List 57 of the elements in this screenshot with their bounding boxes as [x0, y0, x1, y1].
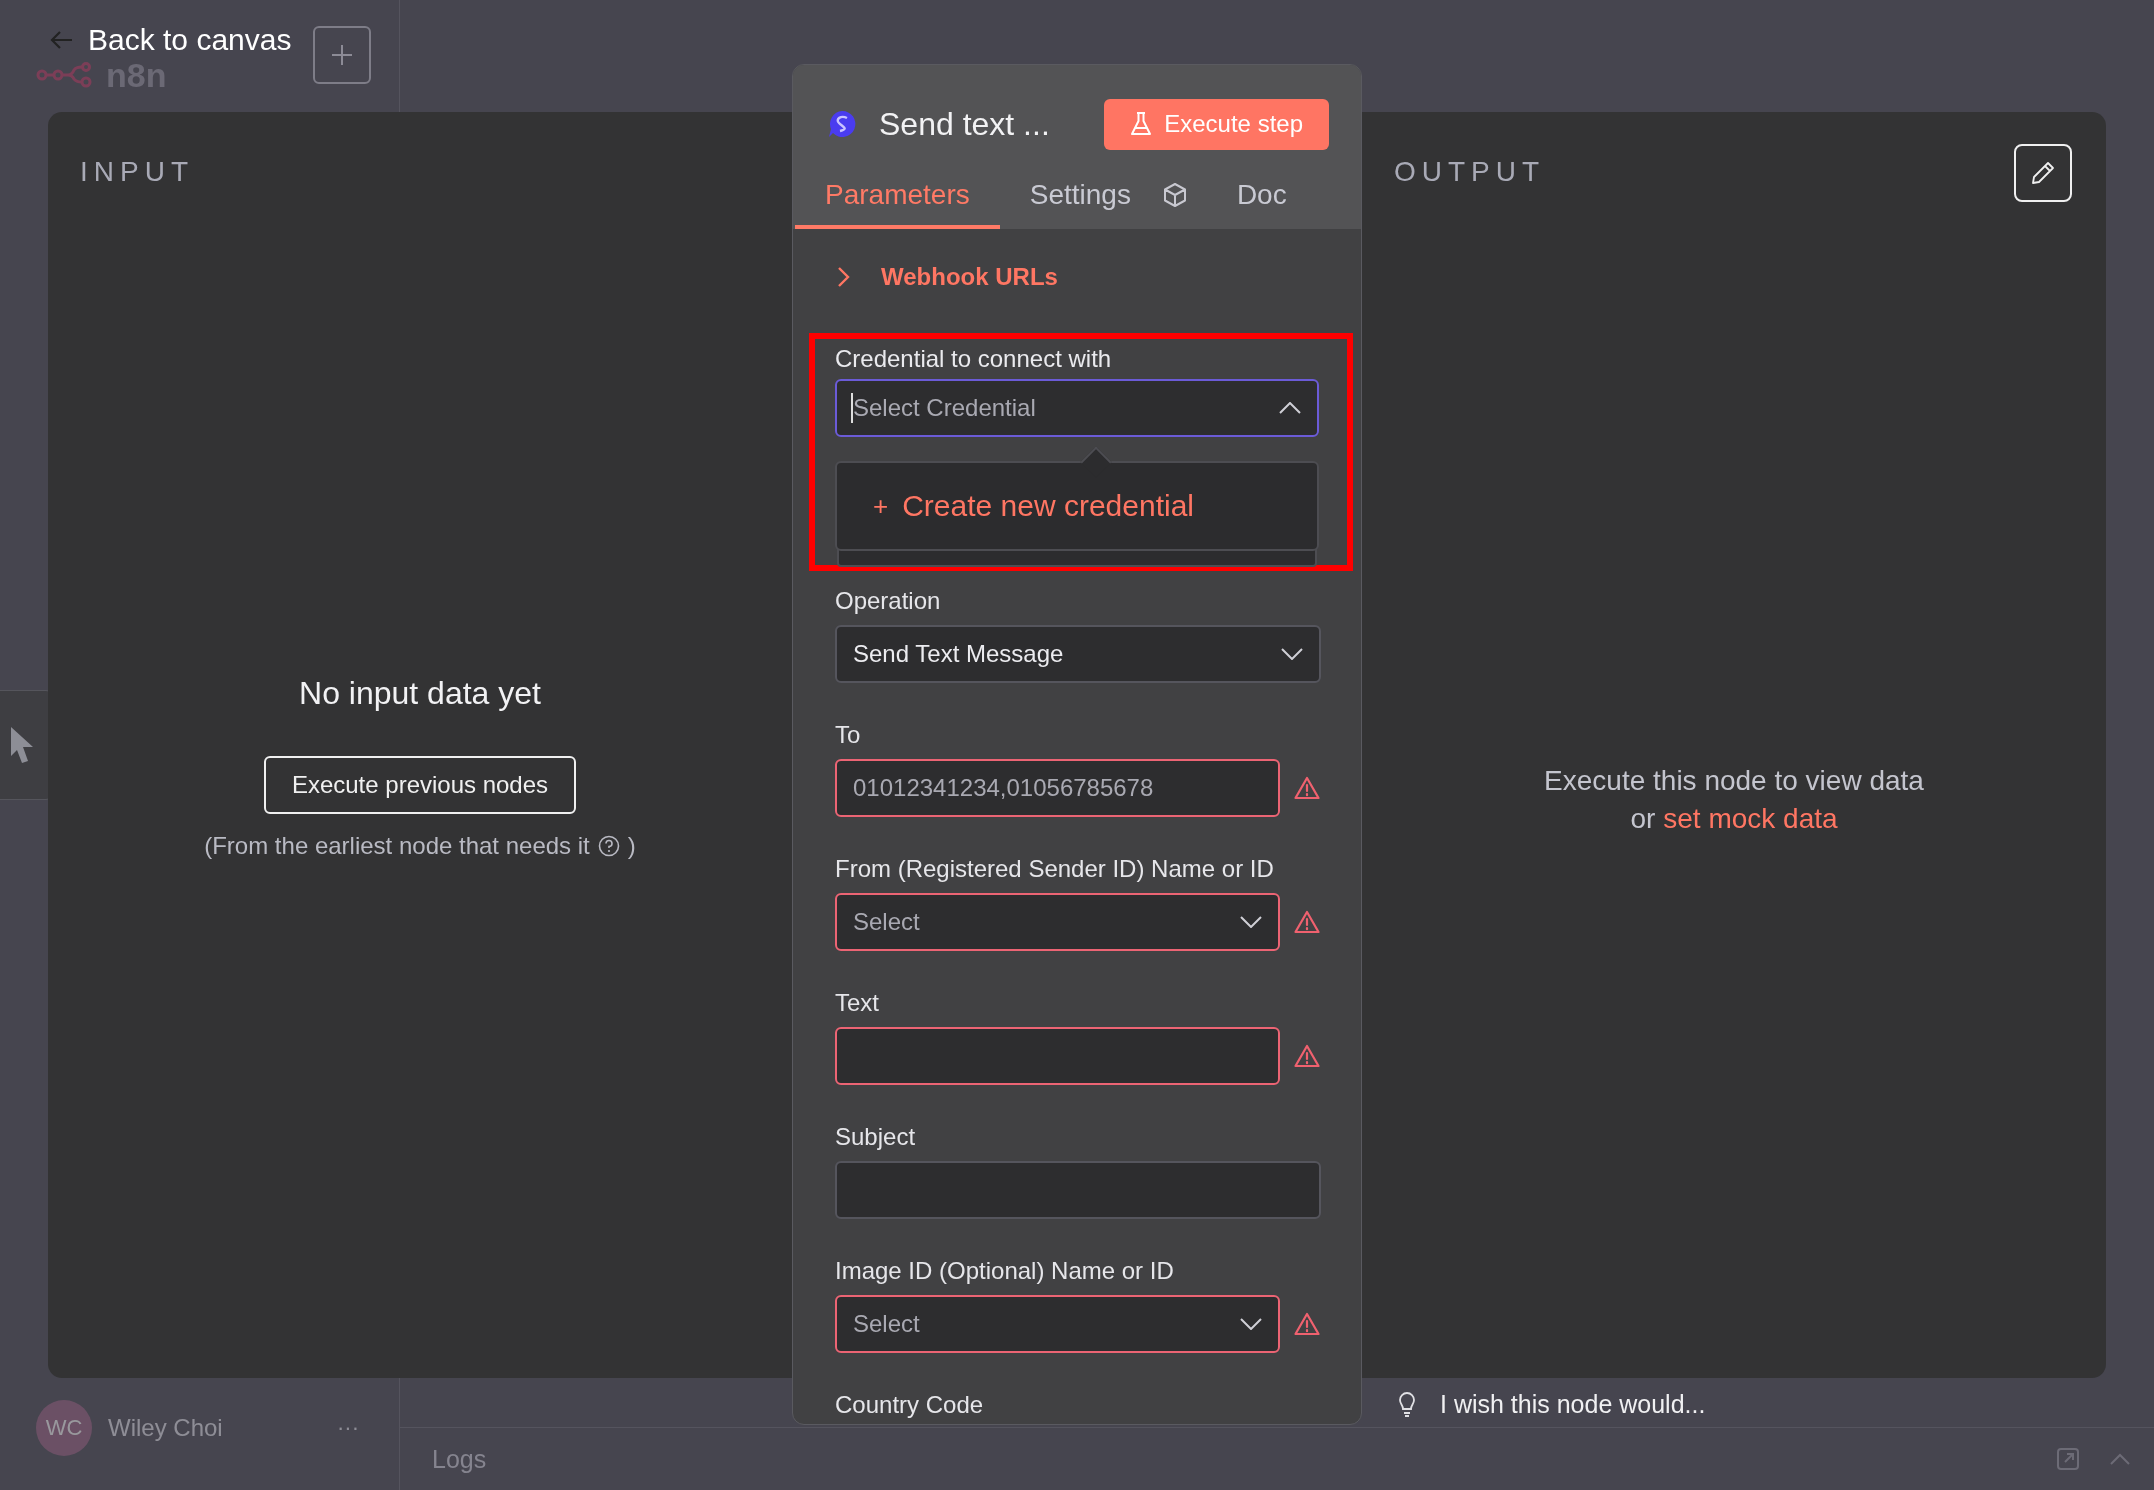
tab[interactable]: Doc — [1206, 173, 1319, 229]
create-credential-option[interactable]: Create new credential — [902, 489, 1194, 523]
pointer-icon — [9, 725, 35, 765]
field-label: From (Registered Sender ID) Name or ID — [835, 854, 1274, 884]
tab[interactable]: Settings — [999, 173, 1163, 229]
warning-icon — [1294, 1312, 1320, 1336]
panel-title: INPUT — [80, 156, 194, 188]
more-button[interactable]: ··· — [337, 1415, 359, 1441]
chevron-right-icon[interactable] — [837, 266, 851, 288]
chat-bubble-icon — [827, 109, 857, 139]
warning-icon — [1294, 1044, 1320, 1068]
field-label: Operation — [835, 586, 941, 616]
warning-icon — [1294, 910, 1320, 934]
field-label: To — [835, 720, 861, 750]
field-label: Image ID (Optional) Name or ID — [835, 1256, 1174, 1286]
chevron-down-icon — [1240, 916, 1262, 928]
empty-message: or — [1630, 802, 1656, 836]
empty-message: Execute this node to view data — [1544, 764, 1924, 798]
select-field[interactable]: Select — [835, 1295, 1280, 1353]
hint-text: ) — [627, 832, 636, 860]
flask-icon — [1130, 111, 1153, 137]
cube-icon — [1162, 182, 1187, 208]
input-field[interactable]: 01012341234,01056785678 — [835, 759, 1280, 817]
text-cursor — [851, 393, 853, 423]
arrow-left-icon — [50, 30, 74, 50]
select-field[interactable]: Select Credential — [835, 379, 1319, 437]
add-button[interactable] — [313, 26, 371, 84]
pencil-icon — [2030, 160, 2056, 186]
warning-icon — [1294, 776, 1320, 800]
tab[interactable]: Parameters — [795, 173, 1000, 229]
execute-previous-button[interactable]: Execute previous nodes — [263, 756, 577, 814]
panel-title: OUTPUT — [1394, 156, 1546, 188]
mock-data-link[interactable]: set mock data — [1663, 800, 1838, 838]
input-field[interactable] — [835, 1027, 1280, 1085]
empty-message: No input data yet — [299, 675, 541, 712]
input-field[interactable] — [835, 1161, 1321, 1219]
field-label: Credential to connect with — [835, 344, 1112, 374]
plus-icon — [331, 44, 353, 66]
feedback-link[interactable]: I wish this node would... — [1440, 1390, 1706, 1419]
help-icon[interactable] — [597, 835, 620, 857]
select-field[interactable]: Select — [835, 893, 1280, 951]
webhook-urls-toggle[interactable]: Webhook URLs — [881, 263, 1058, 291]
plus-icon: + — [873, 490, 889, 522]
node-title: Send text ... — [879, 105, 1050, 143]
edit-button[interactable] — [2014, 144, 2072, 202]
hint-text: (From the earliest node that needs it — [204, 832, 590, 860]
logo-icon — [36, 62, 92, 88]
user-name: Wiley Choi — [108, 1414, 223, 1442]
chevron-down-icon — [1240, 1318, 1262, 1330]
select-field[interactable]: Send Text Message — [835, 625, 1321, 683]
back-link[interactable]: Back to canvas — [50, 24, 292, 56]
field-label: Text — [835, 988, 879, 1018]
lightbulb-icon — [1398, 1391, 1416, 1418]
field-label: Subject — [835, 1122, 916, 1152]
chevron-up-icon — [1279, 402, 1301, 414]
chevron-down-icon — [1281, 648, 1303, 660]
field-label: Country Code — [835, 1390, 984, 1420]
